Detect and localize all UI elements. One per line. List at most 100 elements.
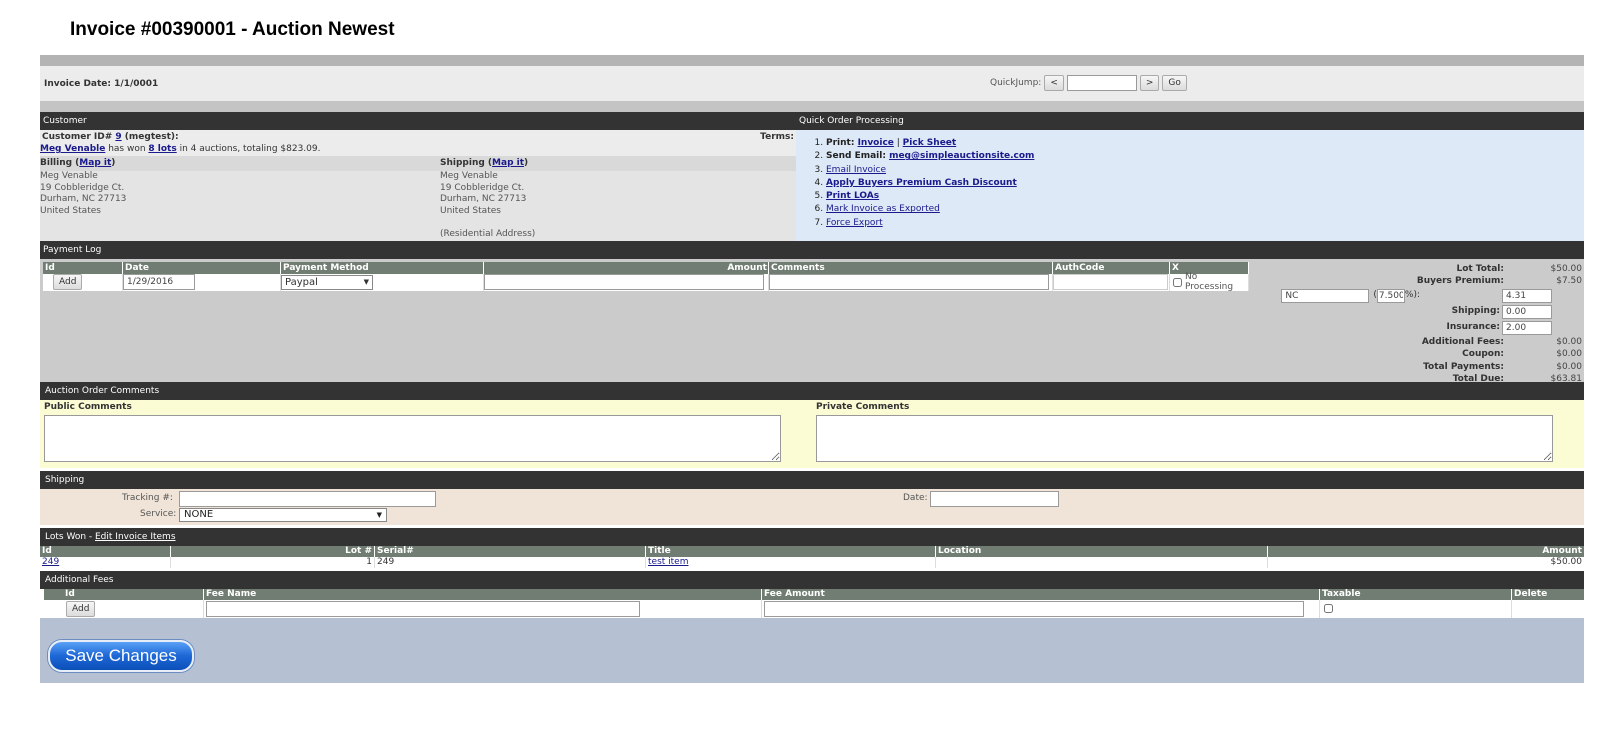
next-invoice-button[interactable]: > [1139, 75, 1160, 91]
customer-name-link[interactable]: Meg Venable [40, 144, 105, 154]
col-id: Id [44, 588, 204, 600]
fee-name-input[interactable] [206, 600, 640, 617]
shipping-input[interactable] [1502, 304, 1552, 319]
list-item: Force Export [826, 217, 1584, 230]
add-payment-button[interactable]: Add [53, 274, 83, 290]
lot-id-link[interactable]: 249 [42, 557, 59, 567]
fee-amount-input[interactable] [764, 600, 1304, 617]
no-processing-label: No Processing [1185, 272, 1234, 292]
taxable-checkbox[interactable] [1324, 604, 1333, 613]
quickjump-input[interactable] [1066, 75, 1137, 91]
send-email-link[interactable]: meg@simpleauctionsite.com [889, 151, 1034, 161]
payment-table-header: Id Date Payment Method Amount Comments A… [43, 261, 1249, 274]
tax-input[interactable] [1502, 288, 1552, 303]
ship-date-label: Date: [903, 492, 928, 503]
quick-order-panel: Quick Order Processing Print: Invoice | … [796, 112, 1584, 241]
shipping-label: Shipping: [1451, 306, 1500, 317]
fees-header: Additional Fees [40, 570, 1584, 589]
payments-label: Total Payments: [1423, 361, 1504, 372]
col-id: Id [40, 545, 171, 557]
list-item: Print LOAs [826, 190, 1584, 203]
save-changes-button[interactable]: Save Changes [48, 639, 194, 672]
force-export-link[interactable]: Force Export [826, 218, 883, 228]
billing-address: Billing (Map it) Meg Venable 19 Cobbleri… [40, 156, 440, 241]
coupon-label: Coupon: [1462, 349, 1504, 359]
payment-method-select[interactable]: Paypal ▼ [281, 274, 373, 290]
payment-amount-input[interactable] [484, 274, 764, 290]
bp-value: $7.50 [1556, 276, 1582, 286]
ship-date-input[interactable] [930, 490, 1059, 507]
lot-total-value: $50.00 [1550, 263, 1583, 274]
quickjump: QuickJump: < > Go [990, 75, 1187, 91]
dropdown-arrow-icon: ▼ [363, 278, 369, 286]
lot-location [936, 556, 1268, 568]
fees-value: $0.00 [1556, 336, 1582, 347]
customer-panel: Customer Customer ID# 9 (megtest): Terms… [40, 112, 796, 241]
col-comments: Comments [769, 261, 1053, 274]
lots-won-header: Lots Won - Edit Invoice Items [40, 527, 1584, 546]
divider [40, 101, 1584, 112]
insurance-input[interactable] [1502, 320, 1552, 335]
address-line: Durham, NC 27713 [440, 194, 527, 204]
quickjump-label: QuickJump: [990, 78, 1042, 88]
mark-exported-link[interactable]: Mark Invoice as Exported [826, 204, 940, 214]
total-due-value: $63.81 [1550, 374, 1583, 384]
col-location: Location [936, 545, 1268, 557]
print-invoice-link[interactable]: Invoice [858, 138, 894, 148]
col-title: Title [646, 545, 936, 557]
private-comments-textarea[interactable] [816, 414, 1553, 462]
public-comments-label: Public Comments [44, 401, 132, 412]
service-label: Service: [140, 508, 177, 519]
insurance-label: Insurance: [1446, 322, 1500, 333]
payments-value: $0.00 [1556, 361, 1582, 372]
private-comments-label: Private Comments [816, 401, 910, 412]
go-button[interactable]: Go [1162, 75, 1187, 91]
save-area: Save Changes [40, 617, 1584, 683]
quick-order-header: Quick Order Processing [796, 112, 1584, 130]
authcode-input[interactable] [1053, 274, 1168, 290]
quick-order-list: Print: Invoice | Pick Sheet Send Email: … [796, 137, 1584, 230]
fee-new-row: Add [44, 599, 1584, 618]
tracking-input[interactable] [179, 490, 436, 507]
payment-new-row: Add Paypal▼ No Processing [43, 272, 1249, 292]
lot-title-link[interactable]: test item [648, 557, 688, 567]
lot-amount: $50.00 [1550, 556, 1583, 567]
shipping-header: Shipping [40, 470, 1584, 489]
lots-table-header: Id Lot # Serial# Title Location Amount [40, 545, 1584, 557]
payment-date-input[interactable] [123, 274, 195, 290]
lots-won-link[interactable]: 8 lots [148, 144, 176, 154]
no-processing-checkbox[interactable] [1173, 277, 1182, 287]
list-item: Send Email: meg@simpleauctionsite.com [826, 150, 1584, 163]
payment-log: Id Date Payment Method Amount Comments A… [40, 258, 1584, 384]
dropdown-arrow-icon: ▼ [376, 510, 382, 519]
shipping-address: Shipping (Map it) Meg Venable 19 Cobbler… [440, 156, 796, 241]
billing-map-link[interactable]: Map it [79, 158, 111, 168]
table-row: 249 1 249 test item $50.00 [40, 556, 1584, 568]
address-line: 19 Cobbleridge Ct. [440, 182, 525, 193]
col-fee-name: Fee Name [204, 588, 762, 600]
apply-bp-discount-link[interactable]: Apply Buyers Premium Cash Discount [826, 178, 1017, 188]
service-select[interactable]: NONE ▼ [179, 507, 387, 522]
total-due-label: Total Due: [1452, 374, 1504, 384]
invoice-bar: Invoice Date: 1/1/0001 QuickJump: < > Go [40, 66, 1584, 101]
add-fee-button[interactable]: Add [66, 600, 96, 617]
print-pick-sheet-link[interactable]: Pick Sheet [903, 138, 957, 148]
tax-state-input[interactable] [1281, 288, 1370, 303]
address-line: 19 Cobbleridge Ct. [40, 182, 125, 193]
prev-invoice-button[interactable]: < [1044, 75, 1064, 91]
shipping-map-link[interactable]: Map it [492, 158, 524, 168]
tax-rate-input[interactable] [1376, 288, 1405, 303]
lot-number: 1 [171, 556, 375, 568]
print-loas-link[interactable]: Print LOAs [826, 191, 879, 201]
edit-invoice-items-link[interactable]: Edit Invoice Items [95, 532, 176, 542]
invoice-form: Invoice Date: 1/1/0001 QuickJump: < > Go… [40, 55, 1584, 683]
email-invoice-link[interactable]: Email Invoice [826, 165, 886, 175]
totals-panel: Lot Total:$50.00 Buyers Premium:$7.50 (%… [1281, 263, 1583, 386]
col-fee-amount: Fee Amount [762, 588, 1320, 600]
payment-comments-input[interactable] [769, 274, 1049, 290]
won-summary: Meg Venable has won 8 lots in 4 auctions… [40, 144, 321, 154]
public-comments-textarea[interactable] [44, 414, 781, 462]
comments-section: Public Comments Private Comments [40, 399, 1584, 468]
coupon-value: $0.00 [1556, 349, 1582, 359]
fees-table-header: Id Fee Name Fee Amount Taxable Delete [44, 588, 1584, 600]
